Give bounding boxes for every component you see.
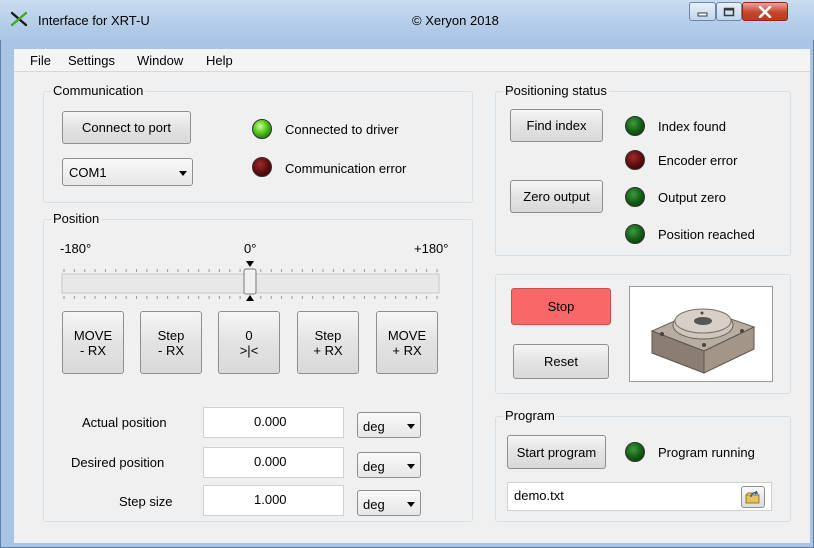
start-program-button[interactable]: Start program xyxy=(507,435,606,469)
minimize-button[interactable] xyxy=(689,2,716,21)
index-found-label: Index found xyxy=(658,119,726,134)
zero-button-line1: 0 xyxy=(245,327,253,343)
chevron-down-icon xyxy=(179,171,187,176)
window-title: Interface for XRT-U xyxy=(38,13,150,28)
position-reached-label: Position reached xyxy=(658,227,755,242)
close-button[interactable] xyxy=(742,2,788,21)
program-running-label: Program running xyxy=(658,445,755,460)
scale-min-label: -180° xyxy=(60,241,92,256)
menu-window[interactable]: Window xyxy=(137,53,183,68)
stage-image xyxy=(629,286,773,382)
desired-position-label: Desired position xyxy=(71,455,165,470)
step-minus-rx-button[interactable]: Step - RX xyxy=(140,311,202,374)
index-found-led-icon xyxy=(625,116,645,136)
position-slider[interactable] xyxy=(60,258,442,308)
port-select[interactable]: COM1 xyxy=(62,158,193,186)
desired-position-field[interactable]: 0.000 xyxy=(203,447,344,478)
menu-file[interactable]: File xyxy=(30,53,51,68)
reset-button[interactable]: Reset xyxy=(513,344,609,379)
actual-position-unit: deg xyxy=(363,419,385,434)
program-file-value: demo.txt xyxy=(514,488,564,503)
move-plus-rx-button[interactable]: MOVE + RX xyxy=(376,311,438,374)
connected-label: Connected to driver xyxy=(285,122,399,137)
step-minus-rx-line1: Step xyxy=(157,327,185,343)
move-minus-rx-line2: - RX xyxy=(79,342,106,358)
positioning-status-group-label: Positioning status xyxy=(503,83,609,98)
step-size-unit: deg xyxy=(363,497,385,512)
move-minus-rx-line1: MOVE xyxy=(73,327,113,343)
move-plus-rx-line2: + RX xyxy=(392,342,422,358)
communication-group xyxy=(43,91,473,203)
program-file-field[interactable]: demo.txt xyxy=(507,482,772,511)
encoder-error-led-icon xyxy=(625,150,645,170)
zero-output-button[interactable]: Zero output xyxy=(510,180,603,213)
step-plus-rx-button[interactable]: Step + RX xyxy=(297,311,359,374)
step-minus-rx-line2: - RX xyxy=(158,342,184,358)
menu-help[interactable]: Help xyxy=(206,53,233,68)
maximize-icon xyxy=(723,7,735,16)
menu-bar xyxy=(14,49,810,72)
communication-error-led-icon xyxy=(252,157,272,177)
close-icon xyxy=(758,5,772,18)
desired-position-unit-select[interactable]: deg xyxy=(357,452,421,478)
open-file-button[interactable] xyxy=(741,486,765,508)
output-zero-led-icon xyxy=(625,187,645,207)
output-zero-label: Output zero xyxy=(658,190,726,205)
step-size-unit-select[interactable]: deg xyxy=(357,490,421,516)
chevron-down-icon xyxy=(407,464,415,469)
actual-position-value: 0.000 xyxy=(254,414,287,429)
rotation-stage-picture xyxy=(650,308,756,374)
actual-position-field[interactable]: 0.000 xyxy=(203,407,344,438)
move-plus-rx-line1: MOVE xyxy=(387,327,427,343)
move-minus-rx-button[interactable]: MOVE - RX xyxy=(62,311,124,374)
window-copyright: © Xeryon 2018 xyxy=(412,13,499,28)
chevron-down-icon xyxy=(407,502,415,507)
actual-position-label: Actual position xyxy=(82,415,167,430)
communication-group-label: Communication xyxy=(51,83,146,98)
xeryon-logo-icon xyxy=(10,11,28,27)
position-group-label: Position xyxy=(51,211,102,226)
maximize-button[interactable] xyxy=(716,2,742,21)
communication-error-label: Communication error xyxy=(285,161,407,176)
desired-position-unit: deg xyxy=(363,459,385,474)
connected-led-icon xyxy=(252,119,272,139)
find-index-button[interactable]: Find index xyxy=(510,109,603,142)
zero-button-line2: >|< xyxy=(239,342,259,358)
scale-max-label: +180° xyxy=(414,241,449,256)
chevron-down-icon xyxy=(407,424,415,429)
step-size-value: 1.000 xyxy=(254,492,287,507)
open-folder-icon xyxy=(745,490,760,504)
desired-position-value: 0.000 xyxy=(254,454,287,469)
actual-position-unit-select[interactable]: deg xyxy=(357,412,421,438)
scale-mid-label: 0° xyxy=(244,241,257,256)
program-group-label: Program xyxy=(503,408,557,423)
stop-button[interactable]: Stop xyxy=(511,288,611,325)
minimize-icon xyxy=(697,12,708,16)
step-size-label: Step size xyxy=(119,494,173,509)
encoder-error-label: Encoder error xyxy=(658,153,738,168)
position-reached-led-icon xyxy=(625,224,645,244)
step-plus-rx-line2: + RX xyxy=(313,342,343,358)
program-running-led-icon xyxy=(625,442,645,462)
zero-button[interactable]: 0 >|< xyxy=(218,311,280,374)
menu-settings[interactable]: Settings xyxy=(68,53,115,68)
step-size-field[interactable]: 1.000 xyxy=(203,485,344,516)
port-select-value: COM1 xyxy=(69,165,107,180)
step-plus-rx-line1: Step xyxy=(314,327,342,343)
connect-to-port-button[interactable]: Connect to port xyxy=(62,111,191,144)
slider-thumb[interactable] xyxy=(243,261,257,301)
